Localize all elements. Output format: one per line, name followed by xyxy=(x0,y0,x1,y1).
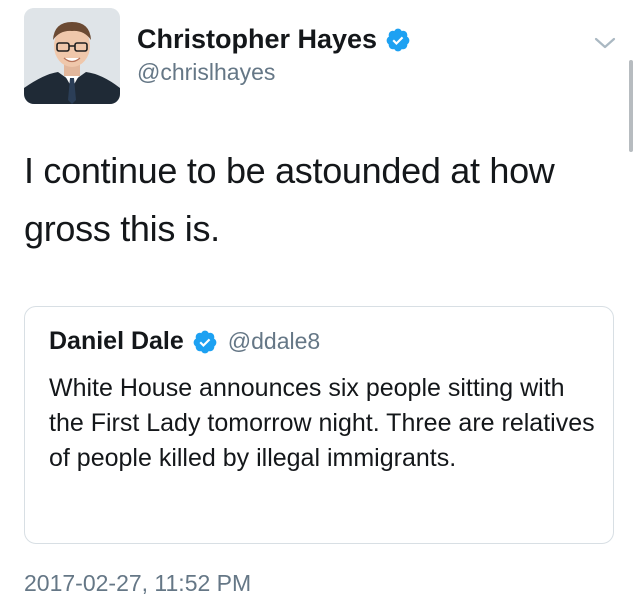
scrollbar[interactable] xyxy=(629,60,633,152)
author-name-row: Christopher Hayes xyxy=(137,24,411,55)
tweet-header: Christopher Hayes @chrislhayes xyxy=(24,8,624,104)
author-name[interactable]: Christopher Hayes xyxy=(137,24,377,55)
verified-badge-icon xyxy=(385,27,411,53)
verified-badge-icon xyxy=(192,329,218,355)
avatar[interactable] xyxy=(24,8,120,104)
quoted-tweet-card[interactable]: Daniel Dale @ddale8 White House announce… xyxy=(24,306,614,544)
quoted-author-row: Daniel Dale @ddale8 xyxy=(49,327,320,356)
chevron-down-icon[interactable] xyxy=(593,35,617,51)
tweet-text: I continue to be astounded at how gross … xyxy=(24,150,555,249)
quoted-tweet-text: White House announces six people sitting… xyxy=(49,374,595,472)
quoted-author-handle: @ddale8 xyxy=(227,328,321,354)
quoted-author-name: Daniel Dale xyxy=(49,327,184,355)
tweet-timestamp[interactable]: 2017-02-27, 11:52 PM xyxy=(24,570,251,597)
author-handle[interactable]: @chrislhayes xyxy=(137,59,275,86)
